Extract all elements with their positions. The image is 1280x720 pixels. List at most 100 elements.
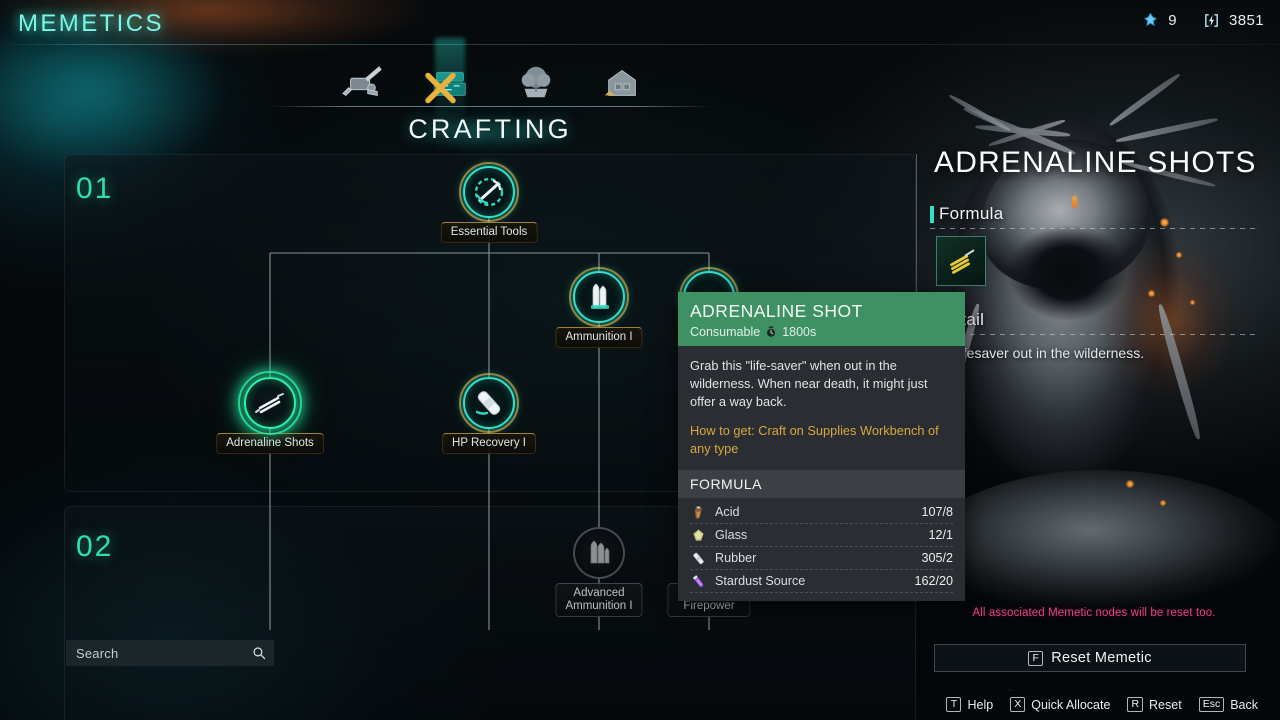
- stardust-source-icon: [692, 574, 704, 587]
- detail-description-section: Detail eal lifesaver out in the wilderne…: [930, 310, 1260, 361]
- tier-label-01: 01: [76, 172, 114, 205]
- house-icon: [604, 70, 636, 96]
- category-divider: [268, 106, 712, 107]
- syringes-icon: [252, 385, 288, 421]
- acid-icon: [694, 506, 702, 518]
- detail-panel-title: ADRENALINE SHOTS: [934, 146, 1257, 179]
- reset-memetic-label: Reset Memetic: [1051, 650, 1152, 666]
- memetic-shard-icon: [1144, 12, 1158, 27]
- tab-crafting[interactable]: [422, 60, 478, 106]
- detail-formula-section: Formula: [930, 204, 1260, 286]
- item-tooltip: ADRENALINE SHOT Consumable 1800s Grab th…: [678, 292, 965, 601]
- tooltip-description: Grab this "life-saver" when out in the w…: [690, 358, 928, 409]
- plant-icon: [521, 66, 551, 98]
- tooltip-how-to-get: How to get: Craft on Supplies Workbench …: [690, 423, 939, 456]
- node-label: Advanced Ammunition I: [555, 583, 643, 617]
- crafting-tools-badge-icon: [425, 72, 456, 104]
- tier-label-02: 02: [76, 530, 114, 563]
- stopwatch-icon: [767, 326, 776, 337]
- energy-cell-icon: [1205, 14, 1218, 27]
- section-label: Formula: [939, 204, 1004, 223]
- detail-text: eal lifesaver out in the wilderness.: [934, 345, 1145, 361]
- skill-node-adrenaline-shots[interactable]: Adrenaline Shots: [216, 371, 324, 454]
- memetics-screen: MEMETICS 9 3851 CRAFTING 01 02 Essential…: [0, 0, 1280, 720]
- skill-node-essential-tools[interactable]: Essential Tools: [440, 162, 538, 243]
- node-ring: [463, 377, 515, 429]
- tooltip-item-meta: Consumable 1800s: [690, 325, 953, 339]
- keybind-hint-bar: T Help X Quick Allocate R Reset Esc Back: [946, 697, 1258, 712]
- hint-help[interactable]: T Help: [946, 697, 993, 712]
- ingredient-name: Stardust Source: [715, 574, 806, 588]
- node-ring: [573, 271, 625, 323]
- hint-quick-allocate[interactable]: X Quick Allocate: [1010, 697, 1110, 712]
- search-icon: [253, 647, 266, 660]
- tooltip-item-name: ADRENALINE SHOT: [690, 301, 863, 321]
- tooltip-formula-header: FORMULA: [678, 470, 965, 498]
- tooltip-item-type: Consumable: [690, 325, 761, 339]
- tab-building[interactable]: [594, 60, 650, 106]
- tooltip-header: ADRENALINE SHOT Consumable 1800s: [678, 292, 965, 346]
- formula-item-slot[interactable]: [936, 236, 986, 286]
- hint-label: Reset: [1149, 697, 1182, 712]
- skill-node-advanced-ammunition-1[interactable]: Advanced Ammunition I: [555, 527, 643, 617]
- weapon-icon: [342, 66, 382, 96]
- keycap-x: X: [1010, 697, 1026, 712]
- rubber-icon: [693, 552, 704, 564]
- ingredient-row: Rubber 305/2: [690, 547, 953, 570]
- node-label: Ammunition I: [555, 327, 643, 348]
- node-ring: [463, 166, 515, 218]
- page-title: MEMETICS: [18, 10, 164, 37]
- bullets-icon: [581, 535, 617, 571]
- node-label: Essential Tools: [440, 222, 538, 243]
- pickaxe-gear-icon: [471, 174, 507, 210]
- ingredient-name: Glass: [715, 528, 748, 542]
- category-tabs: [330, 60, 660, 110]
- syringes-item-icon: [950, 249, 975, 274]
- section-accent-bar: [930, 205, 934, 223]
- ingredient-amount: 162/20: [914, 574, 953, 588]
- tooltip-item-duration: 1800s: [782, 325, 817, 339]
- node-ring: [244, 377, 296, 429]
- reset-warning-text: All associated Memetic nodes will be res…: [972, 607, 1216, 619]
- currency-memetic-shard: 9: [1142, 12, 1177, 29]
- section-underline: [930, 228, 1260, 229]
- tab-survival[interactable]: [508, 60, 564, 106]
- tooltip-ingredient-list: Acid 107/8 Glass 12/1 Rubber 305/2 Stard…: [678, 498, 965, 601]
- currency-energy-cell: 3851: [1203, 12, 1264, 29]
- skill-node-hp-recovery-1[interactable]: HP Recovery I: [442, 373, 536, 454]
- keycap-r: R: [1127, 697, 1144, 712]
- keycap-esc: Esc: [1198, 697, 1225, 712]
- glass-icon: [693, 529, 704, 541]
- header-divider: [0, 44, 1280, 45]
- tab-weapons[interactable]: [334, 60, 390, 106]
- reset-memetic-button[interactable]: F Reset Memetic: [934, 644, 1246, 672]
- ingredient-name: Rubber: [715, 551, 757, 565]
- ingredient-amount: 107/8: [921, 505, 953, 519]
- currency-value: 3851: [1229, 12, 1264, 29]
- node-label: Adrenaline Shots: [216, 433, 324, 454]
- currency-value: 9: [1168, 12, 1178, 29]
- ingredient-amount: 305/2: [921, 551, 953, 565]
- ingredient-row: Acid 107/8: [690, 501, 953, 524]
- hint-reset[interactable]: R Reset: [1127, 697, 1182, 712]
- node-label: HP Recovery I: [442, 433, 536, 454]
- hint-back[interactable]: Esc Back: [1198, 697, 1258, 712]
- active-category-title: CRAFTING: [408, 114, 572, 144]
- section-underline: [930, 334, 1260, 335]
- tooltip-body: Grab this "life-saver" when out in the w…: [678, 346, 965, 470]
- ingredient-row: Stardust Source 162/20: [690, 570, 953, 593]
- ingredient-name: Acid: [715, 505, 740, 519]
- keycap-f: F: [1028, 650, 1044, 666]
- currency-bar: 9 3851: [1142, 12, 1264, 29]
- skill-node-ammunition-1[interactable]: Ammunition I: [555, 267, 643, 348]
- hint-label: Help: [967, 697, 994, 712]
- search-placeholder: Search: [76, 645, 119, 661]
- hint-label: Quick Allocate: [1031, 697, 1111, 712]
- ingredient-row: Glass 12/1: [690, 524, 953, 547]
- bullets-icon: [581, 279, 617, 315]
- search-input[interactable]: Search: [66, 640, 274, 666]
- hint-label: Back: [1230, 697, 1258, 712]
- bandage-icon: [471, 385, 507, 421]
- keycap-t: T: [946, 697, 962, 712]
- ingredient-amount: 12/1: [928, 528, 953, 542]
